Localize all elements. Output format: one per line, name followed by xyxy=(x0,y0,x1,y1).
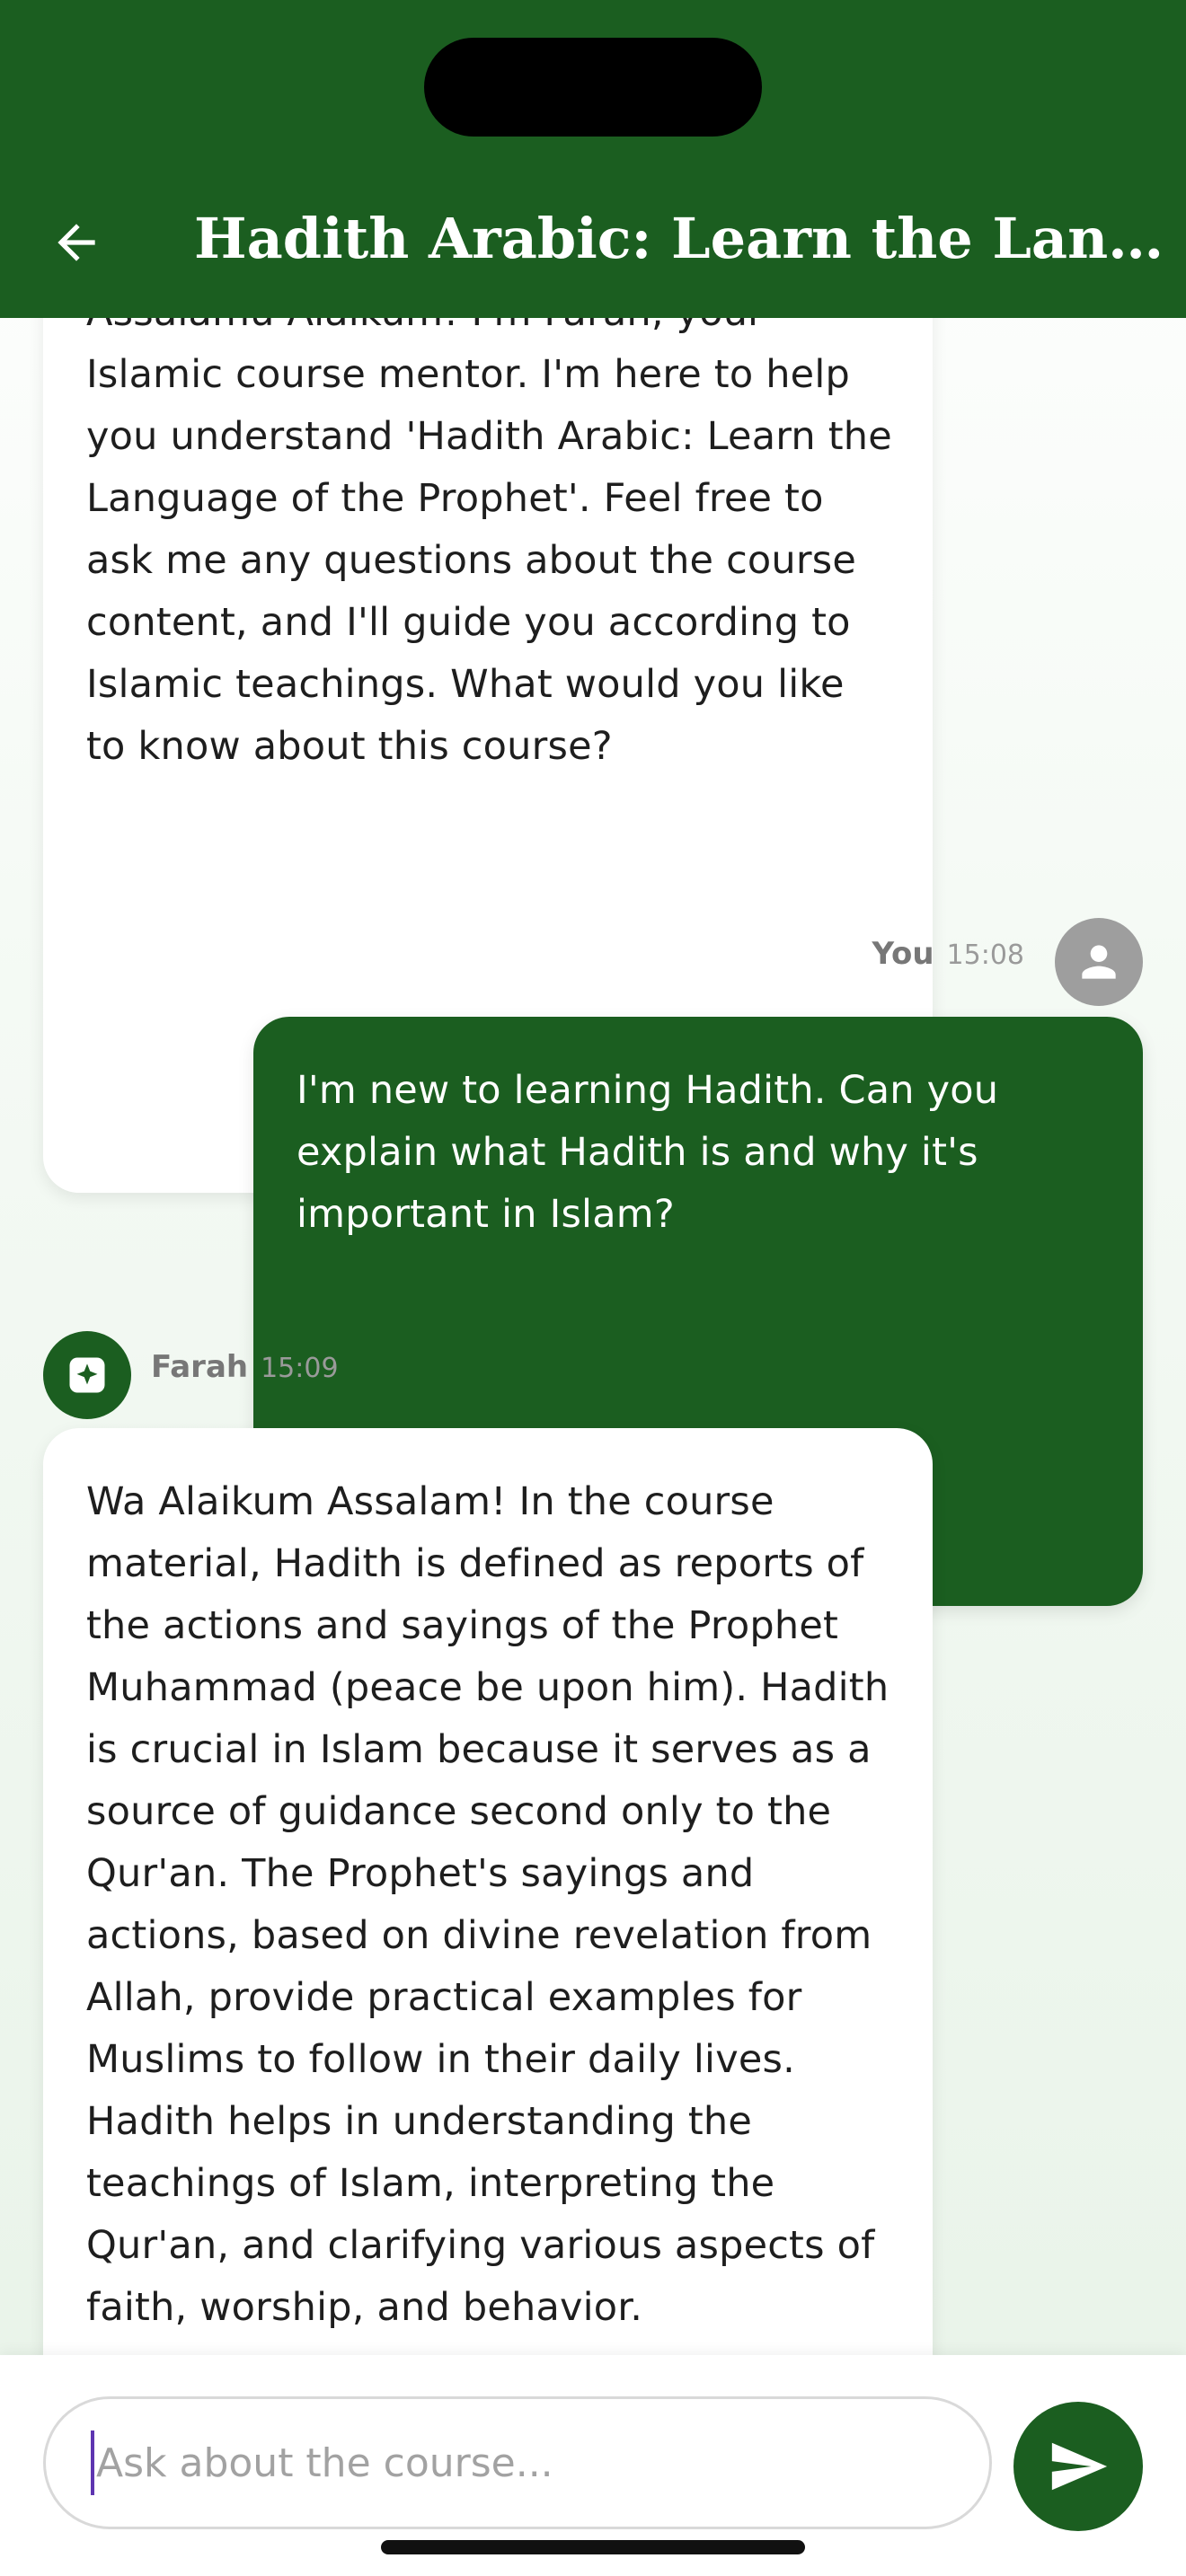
home-indicator xyxy=(381,2540,805,2554)
sparkle-icon xyxy=(69,1357,105,1393)
assistant-message-meta: Farah 15:09 xyxy=(151,1349,339,1412)
sender-name: You xyxy=(872,936,934,972)
message-time: 15:08 xyxy=(946,940,1024,971)
dynamic-island xyxy=(424,38,762,137)
send-button[interactable] xyxy=(1013,2402,1143,2531)
arrow-left-icon xyxy=(58,224,95,261)
back-button[interactable] xyxy=(36,202,117,283)
assistant-message-bubble: Wa Alaikum Assalam! In the course materi… xyxy=(43,1428,933,2355)
chat-message-list[interactable]: Assalamu Alaikum! I'm Farah, your Islami… xyxy=(0,318,1186,2355)
page-title: Hadith Arabic: Learn the Language of the… xyxy=(194,206,1164,271)
user-message-meta: You 15:08 xyxy=(872,936,1024,999)
sender-name: Farah xyxy=(151,1349,249,1385)
person-icon xyxy=(1082,945,1116,979)
user-avatar xyxy=(1055,918,1143,1006)
input-placeholder: Ask about the course... xyxy=(96,2439,553,2486)
assistant-avatar xyxy=(43,1331,131,1419)
message-text: Wa Alaikum Assalam! In the course materi… xyxy=(86,1479,890,2330)
app-header: Hadith Arabic: Learn the Language of the… xyxy=(0,0,1186,318)
message-text: Assalamu Alaikum! I'm Farah, your Islami… xyxy=(86,318,892,769)
message-input[interactable]: Ask about the course... xyxy=(43,2396,992,2529)
send-icon xyxy=(1051,2442,1108,2491)
text-caret xyxy=(91,2430,94,2495)
message-text: I'm new to learning Hadith. Can you expl… xyxy=(296,1068,999,1237)
message-time: 15:09 xyxy=(261,1353,339,1384)
